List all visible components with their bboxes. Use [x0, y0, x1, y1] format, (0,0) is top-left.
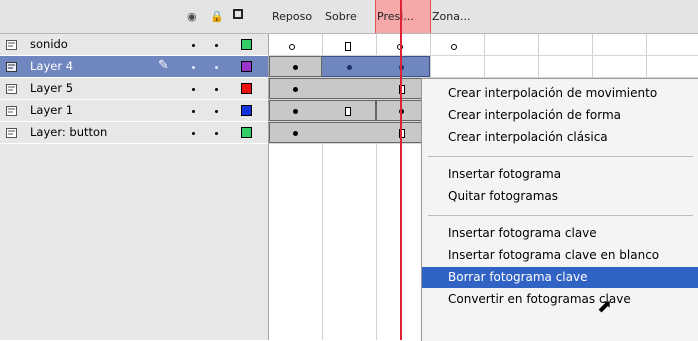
- context-menu: Crear interpolación de movimiento Crear …: [421, 78, 698, 341]
- layer-icon: [6, 61, 17, 72]
- layer-name: Layer 1: [30, 103, 74, 117]
- keyframe[interactable]: [293, 87, 298, 92]
- menu-item-insert-keyframe[interactable]: Insertar fotograma clave: [422, 223, 698, 244]
- eye-icon[interactable]: ◉: [187, 10, 197, 23]
- menu-item-create-motion-tween[interactable]: Crear interpolación de movimiento: [422, 83, 698, 104]
- layer-color-swatch[interactable]: [241, 39, 252, 50]
- frame-label-sobre[interactable]: Sobre: [325, 0, 357, 33]
- layer-row-layer-5[interactable]: Layer 5: [0, 78, 268, 100]
- lock-dot[interactable]: [215, 132, 218, 135]
- layer-color-swatch[interactable]: [241, 83, 252, 94]
- playhead[interactable]: [400, 0, 402, 340]
- visibility-dot[interactable]: [192, 88, 195, 91]
- lock-dot[interactable]: [215, 66, 218, 69]
- layer-row-layer-button[interactable]: Layer: button: [0, 122, 268, 144]
- menu-item-clear-keyframe[interactable]: Borrar fotograma clave: [422, 267, 698, 288]
- layer-name: sonido: [30, 37, 68, 51]
- layer-color-swatch[interactable]: [241, 105, 252, 116]
- keyframe[interactable]: [293, 65, 298, 70]
- lock-icon[interactable]: 🔒: [210, 10, 224, 23]
- timeline-header: ◉ 🔒 Reposo Sobre Presi... Zona...: [0, 0, 698, 34]
- layer-icon: [6, 105, 17, 116]
- frame-label-zona[interactable]: Zona...: [432, 0, 470, 33]
- layer-color-swatch[interactable]: [241, 61, 252, 72]
- menu-item-insert-blank-keyframe[interactable]: Insertar fotograma clave en blanco: [422, 245, 698, 266]
- layer-row-layer-1[interactable]: Layer 1: [0, 100, 268, 122]
- menu-item-remove-frames[interactable]: Quitar fotogramas: [422, 186, 698, 207]
- pencil-icon: ✎: [158, 58, 169, 73]
- square-outline-icon[interactable]: [233, 9, 243, 19]
- layer-color-swatch[interactable]: [241, 127, 252, 138]
- end-frame-marker[interactable]: [345, 42, 351, 51]
- lock-dot[interactable]: [215, 110, 218, 113]
- visibility-dot[interactable]: [192, 132, 195, 135]
- frame-label-presi[interactable]: Presi...: [377, 0, 414, 33]
- frame-label-reposo[interactable]: Reposo: [272, 0, 312, 33]
- lock-dot[interactable]: [215, 44, 218, 47]
- keyframe[interactable]: [293, 109, 298, 114]
- visibility-dot[interactable]: [192, 44, 195, 47]
- keyframe[interactable]: [293, 131, 298, 136]
- layer-row-sonido[interactable]: sonido: [0, 34, 268, 56]
- menu-item-create-shape-tween[interactable]: Crear interpolación de forma: [422, 105, 698, 126]
- lock-dot[interactable]: [215, 88, 218, 91]
- menu-item-insert-frame[interactable]: Insertar fotograma: [422, 164, 698, 185]
- empty-keyframe[interactable]: [451, 44, 457, 50]
- layer-row-layer-4[interactable]: Layer 4 ✎: [0, 56, 268, 78]
- menu-item-convert-to-keyframes[interactable]: Convertir en fotogramas clave: [422, 289, 698, 310]
- layer-icon: [6, 39, 17, 50]
- layer-name: Layer 5: [30, 81, 74, 95]
- end-frame-marker[interactable]: [345, 107, 351, 116]
- visibility-dot[interactable]: [192, 66, 195, 69]
- menu-separator: [428, 156, 693, 157]
- menu-item-create-classic-tween[interactable]: Crear interpolación clásica: [422, 127, 698, 148]
- menu-separator: [428, 215, 693, 216]
- layer-name: Layer 4: [30, 59, 74, 73]
- visibility-dot[interactable]: [192, 110, 195, 113]
- mouse-cursor-icon: ⬈: [597, 296, 613, 317]
- frame-span[interactable]: [269, 100, 376, 121]
- empty-keyframe[interactable]: [289, 44, 295, 50]
- keyframe[interactable]: [347, 65, 352, 70]
- layer-icon: [6, 83, 17, 94]
- layer-icon: [6, 127, 17, 138]
- layers-panel: sonido Layer 4 ✎ Layer 5 Layer 1 Layer: …: [0, 34, 269, 340]
- layer-name: Layer: button: [30, 125, 108, 139]
